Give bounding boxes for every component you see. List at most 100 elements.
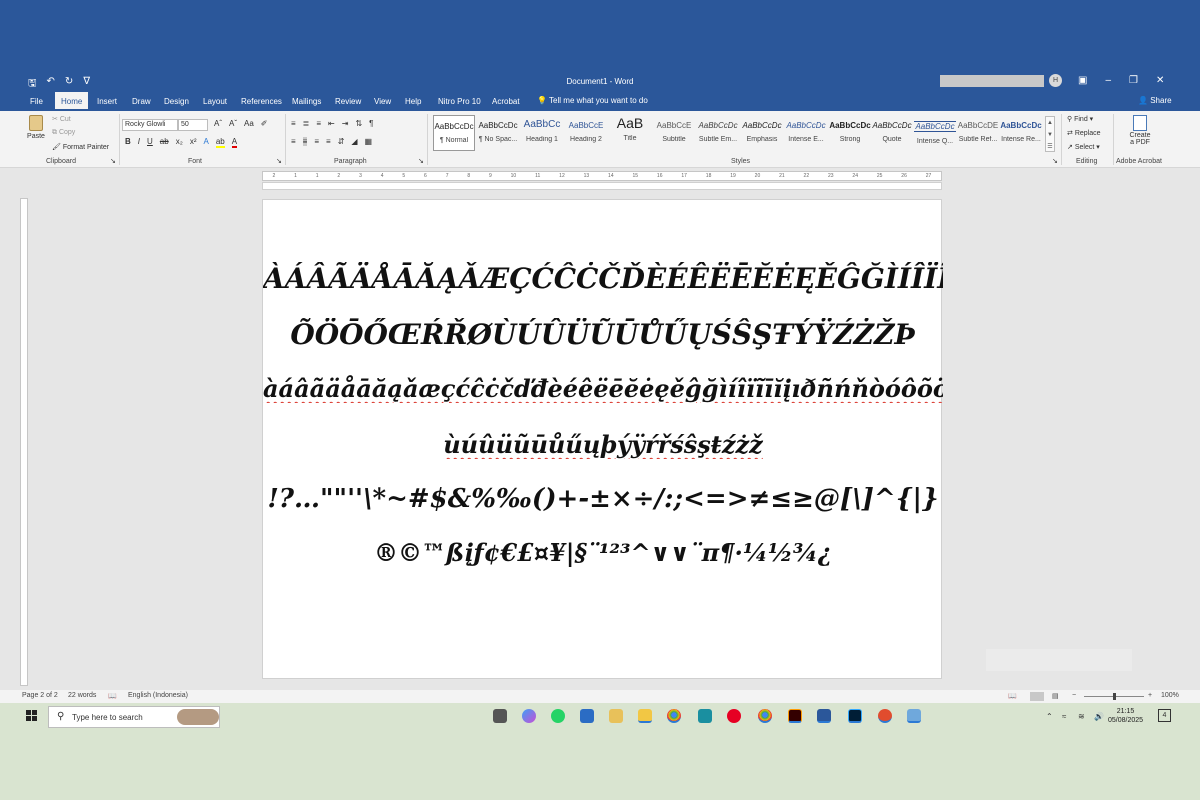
- style-subtle-reference[interactable]: AaBbCcDE Subtle Ref...: [957, 115, 999, 151]
- select-button[interactable]: ↗ Select ▾: [1067, 143, 1100, 151]
- tab-references[interactable]: References: [241, 97, 282, 106]
- font-size-dropdown[interactable]: 50: [178, 119, 208, 131]
- borders-icon[interactable]: ▦: [365, 137, 373, 146]
- paragraph-launcher-icon[interactable]: ↘: [418, 157, 424, 165]
- style-no-spacing[interactable]: AaBbCcDc ¶ No Spac...: [477, 115, 519, 151]
- text-effects-icon[interactable]: A: [203, 137, 208, 148]
- multilevel-list-icon[interactable]: ≡: [316, 119, 321, 128]
- proofing-icon[interactable]: 📖: [108, 692, 117, 700]
- bold-icon[interactable]: B: [125, 137, 131, 148]
- horizontal-ruler[interactable]: 2 1 1 2 3 4 5 6 7 8 9 10 11 12 13 14 15 16 17 18 19 20 21 22 23 2…: [262, 171, 942, 181]
- chrome-icon[interactable]: [667, 709, 681, 723]
- align-right-icon[interactable]: ≡: [314, 137, 319, 146]
- style-strong[interactable]: AaBbCcDc Strong: [829, 115, 871, 151]
- word-icon[interactable]: [817, 709, 831, 723]
- chrome-profile-icon[interactable]: [758, 709, 772, 723]
- font-name-dropdown[interactable]: Rocky Glowli: [122, 119, 178, 131]
- align-left-icon[interactable]: ≡: [291, 137, 296, 146]
- bullets-icon[interactable]: ≡: [291, 119, 296, 128]
- tab-acrobat[interactable]: Acrobat: [492, 97, 520, 106]
- style-intense-quote[interactable]: AaBbCcDc Intense Q...: [914, 115, 956, 151]
- read-mode-icon[interactable]: 📖: [1008, 692, 1017, 700]
- task-view-icon[interactable]: [493, 709, 507, 723]
- taskbar-search-box[interactable]: ⚲ Type here to search: [48, 706, 220, 728]
- style-title[interactable]: AaB Title: [609, 115, 651, 151]
- style-intense-reference[interactable]: AaBbCcDc Intense Re...: [1000, 115, 1042, 151]
- gallery-down-icon[interactable]: ▼: [1046, 129, 1054, 141]
- tab-design[interactable]: Design: [164, 97, 189, 106]
- line-spacing-icon[interactable]: ⇵: [338, 137, 345, 146]
- file-explorer-icon[interactable]: [638, 709, 652, 723]
- font-launcher-icon[interactable]: ↘: [276, 157, 282, 165]
- document-page[interactable]: ÀÁÂÃÄÅĀĂĄǍÆÇĆĈĊČĎÈÉÊËĒĔĖĘĚĜĞÌÍÎÏĨĪĬĮİĐÑŃ…: [262, 199, 943, 679]
- style-emphasis[interactable]: AaBbCcDc Emphasis: [741, 115, 783, 151]
- web-layout-icon[interactable]: ▤: [1052, 692, 1059, 700]
- notification-center-icon[interactable]: 4: [1158, 709, 1171, 722]
- zoom-level[interactable]: 100%: [1161, 692, 1179, 699]
- vertical-ruler[interactable]: [20, 198, 28, 686]
- style-intense-emphasis[interactable]: AaBbCcDc Intense E...: [785, 115, 827, 151]
- find-button[interactable]: ⚲ Find ▾: [1067, 115, 1093, 123]
- tab-view[interactable]: View: [374, 97, 391, 106]
- show-hidden-icons-icon[interactable]: ⌃: [1046, 712, 1053, 721]
- gallery-up-icon[interactable]: ▲: [1046, 117, 1054, 129]
- store-icon[interactable]: [580, 709, 594, 723]
- grow-font-icon[interactable]: Aˆ: [214, 119, 222, 128]
- increase-indent-icon[interactable]: ⇥: [342, 119, 349, 128]
- wifi-icon[interactable]: ≋: [1078, 712, 1085, 721]
- minimize-icon[interactable]: –: [1105, 75, 1111, 86]
- whatsapp-icon[interactable]: [551, 709, 565, 723]
- style-subtitle[interactable]: AaBbCcE Subtitle: [653, 115, 695, 151]
- justify-icon[interactable]: ≡: [326, 137, 331, 146]
- tab-home[interactable]: Home: [55, 92, 89, 111]
- format-painter-button[interactable]: 🖌 Format Painter: [52, 143, 109, 151]
- share-button[interactable]: 👤 Share: [1138, 96, 1172, 105]
- copilot-icon[interactable]: [522, 709, 536, 723]
- photoshop-icon[interactable]: [848, 709, 862, 723]
- tab-mailings[interactable]: Mailings: [292, 97, 321, 106]
- print-layout-icon[interactable]: [1030, 692, 1044, 701]
- windows-start-icon[interactable]: [26, 710, 38, 722]
- show-marks-icon[interactable]: ¶: [369, 119, 373, 128]
- restore-icon[interactable]: ❐: [1129, 75, 1138, 86]
- style-heading-1[interactable]: AaBbCc Heading 1: [521, 115, 563, 151]
- pinterest-icon[interactable]: [727, 709, 741, 723]
- styles-gallery-scroller[interactable]: ▲ ▼ ☰: [1045, 116, 1055, 152]
- clear-formatting-icon[interactable]: ✐: [261, 119, 268, 128]
- app-icon-3[interactable]: [907, 709, 921, 723]
- app-icon-2[interactable]: [878, 709, 892, 723]
- paint-icon[interactable]: [609, 709, 623, 723]
- close-icon[interactable]: ✕: [1156, 75, 1164, 86]
- zoom-out-icon[interactable]: −: [1072, 692, 1076, 699]
- paste-button[interactable]: Paste: [24, 115, 48, 143]
- subscript-icon[interactable]: x₂: [176, 137, 183, 148]
- shrink-font-icon[interactable]: Aˇ: [229, 119, 237, 128]
- styles-launcher-icon[interactable]: ↘: [1052, 157, 1058, 165]
- avatar[interactable]: H: [1049, 74, 1062, 87]
- decrease-indent-icon[interactable]: ⇤: [328, 119, 335, 128]
- shading-icon[interactable]: ◢: [351, 137, 357, 146]
- create-pdf-button[interactable]: Create a PDF: [1124, 115, 1156, 146]
- style-quote[interactable]: AaBbCcDc Quote: [871, 115, 913, 151]
- account-name-redacted[interactable]: [940, 75, 1044, 87]
- highlight-icon[interactable]: ab: [215, 137, 225, 148]
- style-subtle-emphasis[interactable]: AaBbCcDc Subtle Em...: [697, 115, 739, 151]
- language[interactable]: English (Indonesia): [128, 692, 188, 699]
- system-clock[interactable]: 21:15 05/08/2025: [1108, 707, 1143, 725]
- italic-icon[interactable]: I: [138, 137, 140, 148]
- network-icon[interactable]: ≈: [1062, 712, 1066, 721]
- page-count[interactable]: Page 2 of 2: [22, 692, 58, 699]
- cut-button[interactable]: ✂ Cut: [52, 115, 71, 123]
- tell-me-search[interactable]: 💡 Tell me what you want to do: [537, 96, 648, 105]
- zoom-slider-thumb[interactable]: [1113, 693, 1116, 700]
- superscript-icon[interactable]: x²: [190, 137, 197, 148]
- numbering-icon[interactable]: ≣: [303, 119, 310, 128]
- font-color-icon[interactable]: A: [231, 137, 238, 148]
- gallery-more-icon[interactable]: ☰: [1046, 141, 1054, 153]
- tab-nitro-pro[interactable]: Nitro Pro 10: [438, 97, 481, 106]
- align-center-icon[interactable]: ≡: [302, 137, 308, 146]
- app-icon[interactable]: [698, 709, 712, 723]
- volume-icon[interactable]: 🔊: [1094, 712, 1104, 721]
- tab-draw[interactable]: Draw: [132, 97, 151, 106]
- style-heading-2[interactable]: AaBbCcE Heading 2: [565, 115, 607, 151]
